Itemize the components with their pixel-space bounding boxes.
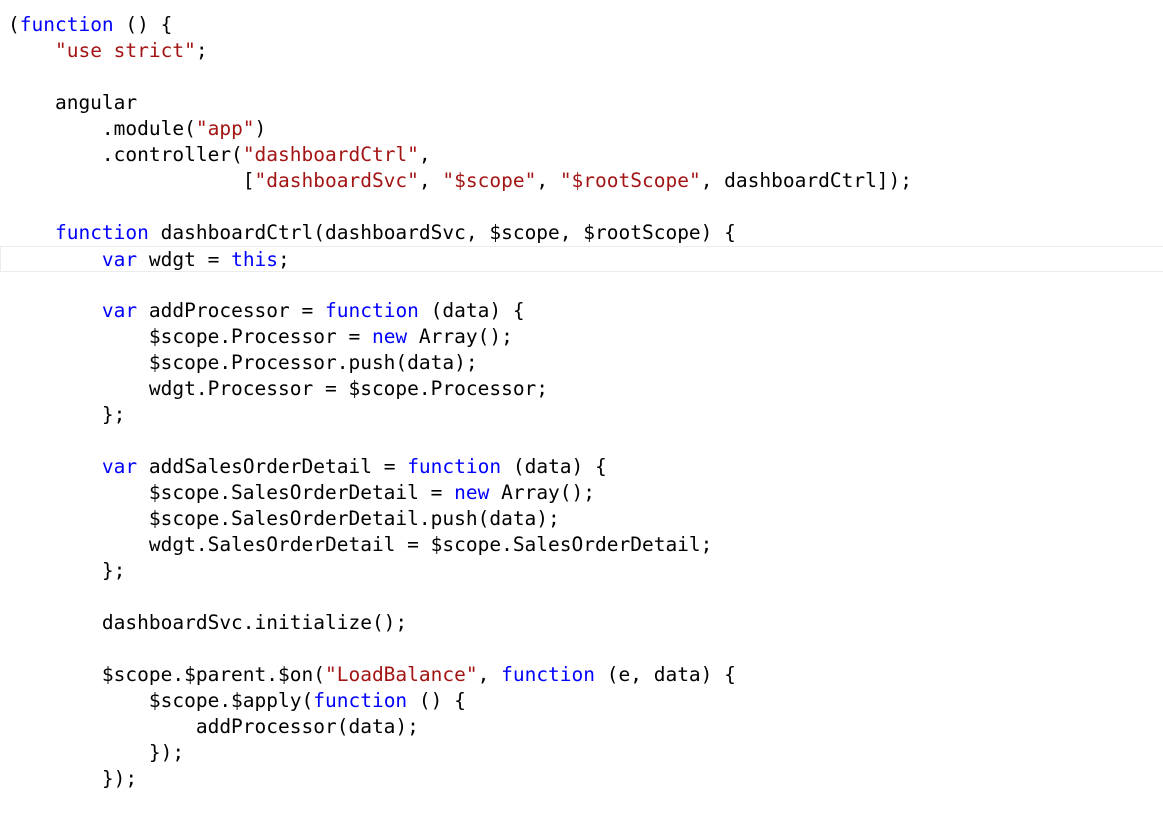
code-line[interactable]: var addProcessor = function (data) { [0, 298, 1163, 324]
code-token-kw: function [407, 455, 502, 478]
code-token-pln [8, 299, 102, 322]
code-token-kw: function [501, 663, 596, 686]
code-token-pln: }); [8, 741, 185, 764]
code-token-pln: [ [8, 169, 255, 192]
code-token-pln: Array(); [407, 325, 513, 348]
code-token-pln: , [536, 169, 560, 192]
code-token-pln: ( [8, 13, 20, 36]
code-token-pln [8, 248, 102, 271]
code-token-str: "dashboardCtrl" [242, 143, 419, 166]
code-line[interactable]: .module("app") [0, 116, 1163, 142]
code-line[interactable]: $scope.SalesOrderDetail.push(data); [0, 506, 1163, 532]
code-token-pln: Array(); [489, 481, 596, 504]
code-token-kw: function [313, 689, 408, 712]
code-line[interactable]: wdgt.Processor = $scope.Processor; [0, 376, 1163, 402]
code-line[interactable]: var addSalesOrderDetail = function (data… [0, 454, 1163, 480]
code-line[interactable]: $scope.$parent.$on("LoadBalance", functi… [0, 662, 1163, 688]
code-token-pln: $scope.$apply( [8, 689, 314, 712]
code-token-kw: new [371, 325, 408, 348]
code-line[interactable]: (function () { [0, 12, 1163, 38]
code-line[interactable]: }; [0, 402, 1163, 428]
code-token-pln: }); [8, 767, 138, 790]
code-token-pln: (e, data) { [595, 663, 736, 686]
code-line[interactable]: function dashboardCtrl(dashboardSvc, $sc… [0, 220, 1163, 246]
code-token-pln: .controller( [8, 143, 243, 166]
code-token-pln: () { [407, 689, 466, 712]
code-token-pln: .module( [8, 117, 196, 140]
code-token-pln: , [418, 143, 431, 166]
code-line[interactable]: $scope.$apply(function () { [0, 688, 1163, 714]
code-token-pln: wdgt.Processor = $scope.Processor; [8, 377, 549, 400]
code-line[interactable]: ​ [0, 272, 1163, 298]
code-token-pln: () { [113, 13, 173, 36]
code-token-kw: function [325, 299, 419, 322]
code-token-pln: }; [8, 403, 126, 426]
code-editor[interactable]: (function () { "use strict";​ angular .m… [0, 0, 1163, 813]
code-line[interactable]: addProcessor(data); [0, 714, 1163, 740]
code-token-pln: $scope.$parent.$on( [8, 663, 325, 686]
code-line[interactable]: }; [0, 558, 1163, 584]
code-token-str: "app" [195, 117, 255, 140]
code-line[interactable]: $scope.Processor.push(data); [0, 350, 1163, 376]
code-line[interactable]: dashboardSvc.initialize(); [0, 610, 1163, 636]
code-line[interactable]: }); [0, 740, 1163, 766]
code-token-str: "dashboardSvc" [254, 169, 419, 192]
code-token-kw: function [54, 221, 149, 244]
code-token-pln: angular [8, 91, 138, 114]
code-token-pln [8, 455, 102, 478]
code-line[interactable]: ​ [0, 636, 1163, 662]
code-token-pln [8, 39, 55, 62]
code-token-pln: wdgt = [137, 248, 232, 271]
code-token-pln: $scope.Processor.push(data); [8, 351, 478, 374]
code-token-kw: new [454, 481, 490, 504]
code-line[interactable]: angular [0, 90, 1163, 116]
code-line[interactable]: ​ [0, 428, 1163, 454]
code-line[interactable]: ​ [0, 584, 1163, 610]
code-token-pln: }; [8, 559, 126, 582]
code-token-kw: var [101, 299, 138, 322]
code-token-pln: (data) { [501, 455, 607, 478]
code-token-pln: dashboardSvc.initialize(); [8, 611, 408, 634]
code-token-str: "$rootScope" [559, 169, 701, 192]
code-token-kw: function [19, 13, 114, 36]
code-token-pln: dashboardCtrl(dashboardSvc, $scope, $roo… [148, 221, 736, 244]
code-token-pln: ) [254, 117, 267, 140]
code-token-pln: , dashboardCtrl]); [700, 169, 913, 192]
code-token-pln: (data) { [418, 299, 525, 322]
code-line-current[interactable]: var wdgt = this; [0, 246, 1163, 272]
code-token-pln: $scope.SalesOrderDetail.push(data); [8, 507, 560, 530]
code-token-pln: addSalesOrderDetail = [137, 455, 408, 478]
code-line[interactable]: .controller("dashboardCtrl", [0, 142, 1163, 168]
code-text-area[interactable]: (function () { "use strict";​ angular .m… [0, 12, 1163, 792]
code-token-kw: var [101, 248, 138, 271]
code-token-pln: addProcessor = [137, 299, 325, 322]
code-token-pln: ; [278, 248, 290, 271]
code-token-str: "$scope" [442, 169, 537, 192]
code-line[interactable]: wdgt.SalesOrderDetail = $scope.SalesOrde… [0, 532, 1163, 558]
code-token-pln: addProcessor(data); [8, 715, 419, 738]
code-token-pln: wdgt.SalesOrderDetail = $scope.SalesOrde… [8, 533, 713, 556]
code-token-pln: $scope.SalesOrderDetail = [8, 481, 455, 504]
code-token-str: "LoadBalance" [324, 663, 478, 686]
code-line[interactable]: ["dashboardSvc", "$scope", "$rootScope",… [0, 168, 1163, 194]
code-token-pln [8, 221, 55, 244]
code-line[interactable]: "use strict"; [0, 38, 1163, 64]
code-line[interactable]: ​ [0, 64, 1163, 90]
code-line[interactable]: $scope.SalesOrderDetail = new Array(); [0, 480, 1163, 506]
code-token-pln: ; [195, 39, 208, 62]
code-token-pln: , [477, 663, 502, 686]
code-token-str: "use strict" [54, 39, 196, 62]
code-token-kw: this [231, 248, 279, 271]
code-token-kw: var [101, 455, 138, 478]
code-line[interactable]: ​ [0, 194, 1163, 220]
code-line[interactable]: $scope.Processor = new Array(); [0, 324, 1163, 350]
code-line[interactable]: }); [0, 766, 1163, 792]
code-token-pln: , [418, 169, 443, 192]
code-token-pln: $scope.Processor = [8, 325, 372, 348]
